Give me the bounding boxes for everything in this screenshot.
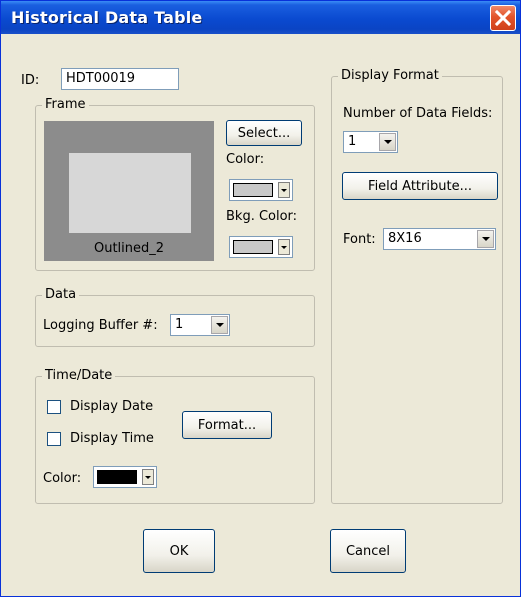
cancel-button[interactable]: Cancel <box>330 529 406 573</box>
number-of-data-fields-value: 1 <box>348 134 357 149</box>
id-label: ID: <box>21 73 40 88</box>
time-date-color-picker[interactable] <box>93 466 157 488</box>
title-bar[interactable]: Historical Data Table <box>1 1 520 34</box>
logging-buffer-select[interactable]: 1 <box>170 314 230 336</box>
frame-color-swatch <box>233 183 273 197</box>
id-input[interactable]: HDT00019 <box>61 68 179 90</box>
frame-preview[interactable]: Outlined_2 <box>44 121 214 261</box>
historical-data-table-dialog: Historical Data Table ID: HDT00019 Frame… <box>0 0 521 597</box>
frame-preview-inner <box>69 153 191 233</box>
chevron-down-icon[interactable] <box>211 316 228 334</box>
chevron-down-icon[interactable] <box>278 239 290 255</box>
frame-color-picker[interactable] <box>229 179 293 201</box>
dialog-title: Historical Data Table <box>11 8 203 27</box>
font-label: Font: <box>343 232 376 247</box>
frame-bkg-color-picker[interactable] <box>229 236 293 258</box>
chevron-down-icon[interactable] <box>142 469 154 485</box>
number-of-data-fields-select[interactable]: 1 <box>343 131 398 153</box>
time-date-color-label: Color: <box>43 471 82 486</box>
display-date-checkbox[interactable] <box>47 400 61 414</box>
frame-bkg-color-swatch <box>233 240 273 254</box>
frame-color-label: Color: <box>226 152 265 167</box>
display-date-label: Display Date <box>70 399 154 414</box>
display-time-label: Display Time <box>70 431 154 446</box>
display-time-checkbox[interactable] <box>47 432 61 446</box>
chevron-down-icon[interactable] <box>379 133 396 151</box>
select-frame-button[interactable]: Select... <box>226 120 302 146</box>
font-select[interactable]: 8X16 <box>383 228 496 250</box>
chevron-down-icon[interactable] <box>278 182 290 198</box>
close-button[interactable] <box>490 5 516 31</box>
format-button[interactable]: Format... <box>182 411 272 439</box>
time-date-group-title: Time/Date <box>42 368 116 383</box>
chevron-down-icon[interactable] <box>477 230 494 248</box>
logging-buffer-value: 1 <box>175 317 184 332</box>
data-group-title: Data <box>42 287 80 302</box>
font-value: 8X16 <box>388 231 422 246</box>
field-attribute-button[interactable]: Field Attribute... <box>342 172 498 200</box>
display-format-group-title: Display Format <box>338 68 442 83</box>
time-date-color-swatch <box>97 470 137 484</box>
frame-bkg-color-label: Bkg. Color: <box>226 209 298 224</box>
number-of-data-fields-label: Number of Data Fields: <box>343 106 493 121</box>
ok-button[interactable]: OK <box>143 529 215 573</box>
logging-buffer-label: Logging Buffer #: <box>43 318 158 333</box>
frame-preview-caption: Outlined_2 <box>93 241 165 256</box>
frame-group-title: Frame <box>42 97 89 112</box>
